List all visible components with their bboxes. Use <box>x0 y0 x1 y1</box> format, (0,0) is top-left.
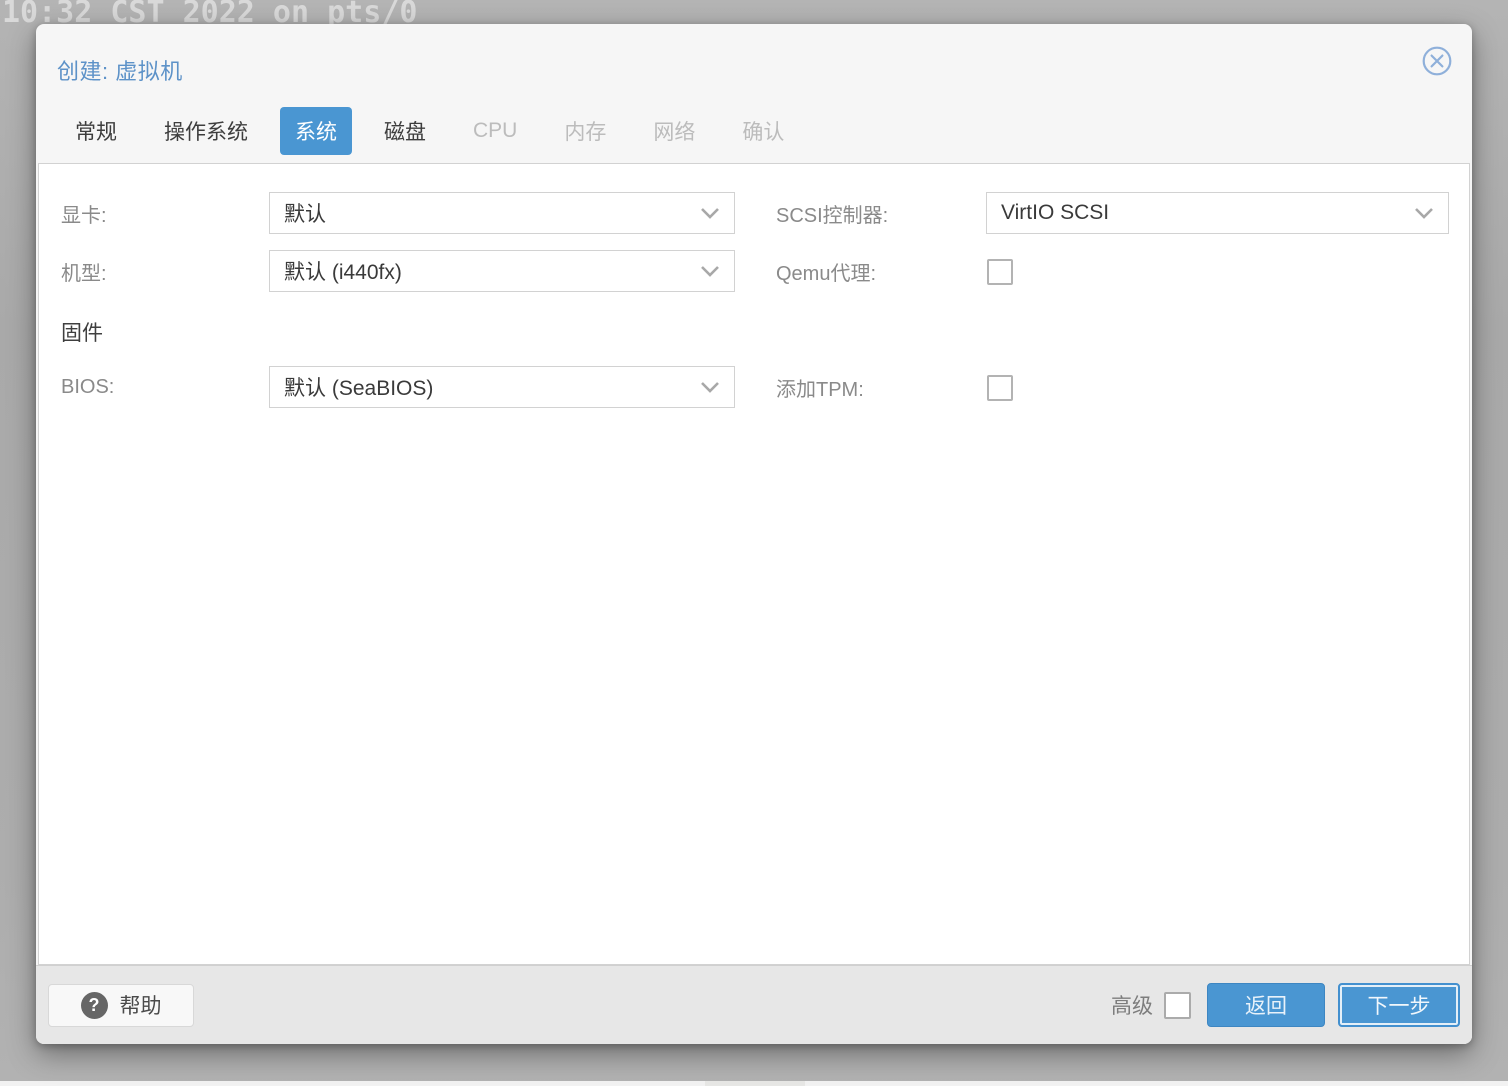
help-button[interactable]: ? 帮助 <box>48 984 194 1027</box>
machine-type-value: 默认 (i440fx) <box>284 256 692 286</box>
tab-cpu: CPU <box>458 110 532 152</box>
next-button[interactable]: 下一步 <box>1338 983 1460 1027</box>
dialog-title: 创建: 虚拟机 <box>57 54 183 86</box>
machine-type-label: 机型: <box>61 250 107 292</box>
tab-memory: 内存 <box>549 107 621 155</box>
wizard-tabs: 常规 操作系统 系统 磁盘 CPU 内存 网络 确认 <box>60 108 799 154</box>
advanced-label: 高级 <box>1111 990 1153 1020</box>
firmware-section-label: 固件 <box>61 317 103 347</box>
graphics-card-label: 显卡: <box>61 192 107 234</box>
add-tpm-label: 添加TPM: <box>776 366 864 408</box>
scsi-controller-select[interactable]: VirtIO SCSI <box>986 192 1449 234</box>
chevron-down-icon <box>700 381 720 393</box>
qemu-agent-checkbox[interactable] <box>987 259 1013 285</box>
bios-value: 默认 (SeaBIOS) <box>284 372 692 402</box>
dialog-footer: ? 帮助 高级 返回 下一步 <box>36 965 1472 1044</box>
question-mark-icon: ? <box>81 992 108 1019</box>
chevron-down-icon <box>700 265 720 277</box>
close-icon[interactable] <box>1421 45 1453 77</box>
tab-network: 网络 <box>638 107 710 155</box>
bios-select[interactable]: 默认 (SeaBIOS) <box>269 366 735 408</box>
machine-type-select[interactable]: 默认 (i440fx) <box>269 250 735 292</box>
back-button[interactable]: 返回 <box>1207 983 1325 1027</box>
create-vm-dialog: 创建: 虚拟机 常规 操作系统 系统 磁盘 CPU 内存 网络 确认 显卡: 默… <box>36 24 1472 1044</box>
tab-disks[interactable]: 磁盘 <box>369 107 441 155</box>
qemu-agent-label: Qemu代理: <box>776 250 876 292</box>
graphics-card-value: 默认 <box>284 198 692 228</box>
tab-general[interactable]: 常规 <box>60 107 132 155</box>
add-tpm-checkbox[interactable] <box>987 375 1013 401</box>
chevron-down-icon <box>1414 207 1434 219</box>
taskbar-strip-segment <box>705 1081 805 1086</box>
tab-os[interactable]: 操作系统 <box>149 107 263 155</box>
scsi-controller-value: VirtIO SCSI <box>1001 201 1406 225</box>
chevron-down-icon <box>700 207 720 219</box>
help-button-label: 帮助 <box>120 990 162 1020</box>
scsi-controller-label: SCSI控制器: <box>776 192 888 234</box>
tab-system[interactable]: 系统 <box>280 107 352 155</box>
bios-label: BIOS: <box>61 366 114 408</box>
graphics-card-select[interactable]: 默认 <box>269 192 735 234</box>
advanced-checkbox[interactable] <box>1164 992 1191 1019</box>
tab-confirm: 确认 <box>727 107 799 155</box>
system-tab-panel: 显卡: 默认 SCSI控制器: VirtIO SCSI 机型: 默认 (i440… <box>38 163 1470 965</box>
